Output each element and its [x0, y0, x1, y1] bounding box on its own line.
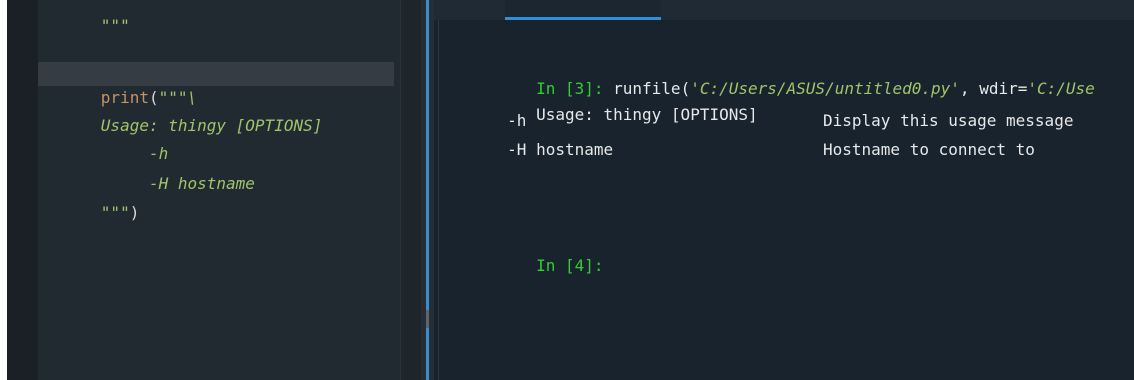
prompt-in-4: In [4]:: [536, 256, 604, 275]
splitter-grip-handle[interactable]: [426, 310, 429, 328]
code-line-1[interactable]: """: [43, 0, 130, 35]
ipython-console[interactable]: In [3]: runfile('C:/Users/ASUS/untitled0…: [434, 0, 1134, 380]
code-line-current[interactable]: print("""\: [38, 62, 394, 107]
string-literal: """: [100, 203, 130, 222]
code-line-usage[interactable]: Usage: thingy [OPTIONS]: [43, 90, 323, 135]
option-desc-h: Display this usage message: [823, 111, 1074, 130]
code-line-h[interactable]: -h: [43, 118, 168, 163]
spyder-window: """ print("""\ Usage: thingy [OPTIONS] -…: [7, 0, 1134, 380]
editor-scrollbar[interactable]: [400, 0, 422, 380]
usage-text: Usage: thingy [OPTIONS]: [536, 105, 758, 124]
line-number-gutter: [7, 0, 38, 380]
code-line-close[interactable]: """): [43, 177, 140, 222]
console-input-line-4[interactable]: In [4]:: [459, 230, 603, 275]
console-tab-active[interactable]: [505, 0, 661, 20]
console-input-line-3[interactable]: In [3]: runfile('C:/Users/ASUS/untitled0…: [459, 53, 1095, 98]
code-line-hostname[interactable]: -H hostname: [43, 148, 255, 193]
option-desc-hostname: Hostname to connect to: [823, 140, 1035, 159]
console-output-area[interactable]: In [3]: runfile('C:/Users/ASUS/untitled0…: [438, 20, 1134, 380]
close-paren: ): [129, 203, 140, 222]
pane-splitter[interactable]: [421, 0, 434, 380]
wdir-value: 'C:/Use: [1027, 79, 1095, 98]
console-tab-bar: [434, 0, 1134, 20]
wdir-label: , wdir=: [959, 79, 1028, 98]
console-output-usage: Usage: thingy [OPTIONS]: [459, 79, 758, 124]
option-flag-hostname: -H hostname: [459, 140, 614, 159]
code-editor[interactable]: """ print("""\ Usage: thingy [OPTIONS] -…: [7, 0, 422, 380]
option-flag-h: -h: [459, 111, 527, 130]
string-literal: """: [100, 16, 130, 35]
